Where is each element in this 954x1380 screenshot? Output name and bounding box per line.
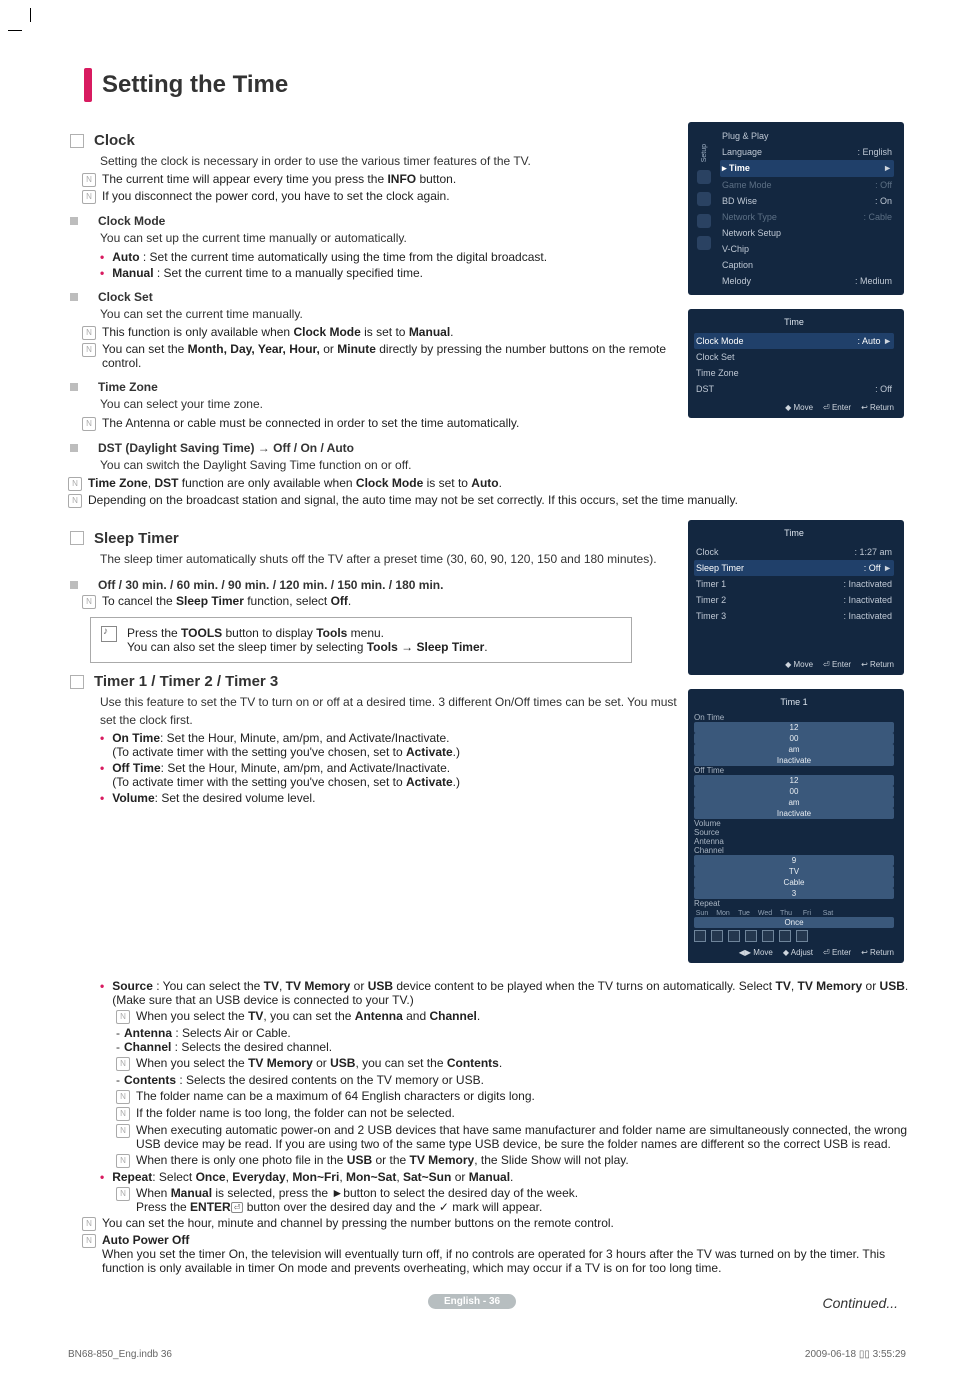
osd-time: Time Clock Mode: Auto ►Clock SetTime Zon… xyxy=(688,309,904,418)
clockmode-auto: •Auto : Set the current time automatical… xyxy=(100,250,678,264)
page-number-pill: English - 36 xyxy=(28,1293,916,1309)
tz-head: Time Zone xyxy=(70,380,678,394)
job-file: BN68-850_Eng.indb 36 xyxy=(68,1349,172,1360)
tools-icon xyxy=(101,626,117,642)
timer-intro: Use this feature to set the TV to turn o… xyxy=(100,694,678,729)
clockset-n1: NThis function is only available when Cl… xyxy=(82,325,678,340)
clockset-n2: NYou can set the Month, Day, Year, Hour,… xyxy=(82,342,678,370)
src-con: Contents : Selects the desired contents … xyxy=(116,1073,916,1087)
osd-time-list: Time Clock: 1:27 amSleep Timer: Off ►Tim… xyxy=(688,520,904,675)
dst-body: You can switch the Daylight Saving Time … xyxy=(100,457,678,474)
apo: NAuto Power OffWhen you set the timer On… xyxy=(82,1233,916,1275)
sleep-tip: Press the TOOLS button to display Tools … xyxy=(90,617,632,663)
timer-off: •Off Time: Set the Hour, Minute, am/pm, … xyxy=(100,761,678,789)
dst-head: DST (Daylight Saving Time) → Off / On / … xyxy=(70,441,678,455)
sleep-n: NTo cancel the Sleep Timer function, sel… xyxy=(82,594,678,609)
src-ant: Antenna : Selects Air or Cable. xyxy=(116,1026,916,1040)
src-n1: NWhen you select the TV, you can set the… xyxy=(116,1009,916,1024)
osd-setup: Setup Plug & PlayLanguage: English▸ Time… xyxy=(688,122,904,295)
src-n2: NWhen you select the TV Memory or USB, y… xyxy=(116,1056,916,1071)
gear-icon xyxy=(697,170,711,184)
clock-note2: NIf you disconnect the power cord, you h… xyxy=(82,189,678,204)
timer-end-n: NYou can set the hour, minute and channe… xyxy=(82,1216,916,1231)
play-icon xyxy=(697,192,711,206)
timer-repeat: •Repeat: Select Once, Everyday, Mon~Fri,… xyxy=(100,1170,916,1184)
page-title: Setting the Time xyxy=(102,71,288,99)
tz-body: You can select your time zone. xyxy=(100,396,678,413)
repeat-n: NWhen Manual is selected, press the ►but… xyxy=(116,1186,916,1214)
input-icon xyxy=(697,214,711,228)
src-n3: NThe folder name can be a maximum of 64 … xyxy=(116,1089,916,1104)
src-n4: NIf the folder name is too long, the fol… xyxy=(116,1106,916,1121)
src-n5: NWhen executing automatic power-on and 2… xyxy=(116,1123,916,1151)
src-n6: NWhen there is only one photo file in th… xyxy=(116,1153,916,1168)
section-timer: Timer 1 / Timer 2 / Timer 3 xyxy=(70,673,678,690)
title-accent xyxy=(84,68,92,102)
clockset-body: You can set the current time manually. xyxy=(100,306,678,323)
app-icon xyxy=(697,236,711,250)
src-ch: Channel : Selects the desired channel. xyxy=(116,1040,916,1054)
sleep-intro: The sleep timer automatically shuts off … xyxy=(100,551,678,568)
clock-end-n2: NDepending on the broadcast station and … xyxy=(68,493,916,508)
clockmode-head: Clock Mode xyxy=(70,214,678,228)
timer-vol: •Volume: Set the desired volume level. xyxy=(100,791,678,805)
sleep-opts: Off / 30 min. / 60 min. / 90 min. / 120 … xyxy=(70,578,678,592)
osd-setup-tab: Setup xyxy=(701,144,708,162)
job-time: 2009-06-18 ▯▯ 3:55:29 xyxy=(805,1349,906,1360)
clockmode-body: You can set up the current time manually… xyxy=(100,230,678,247)
clockmode-manual: •Manual : Set the current time to a manu… xyxy=(100,266,678,280)
clock-note1: NThe current time will appear every time… xyxy=(82,172,678,187)
osd-time1: Time 1 On Time 1200amInactivate Off Time… xyxy=(688,689,904,963)
clock-end-n1: NTime Zone, DST function are only availa… xyxy=(68,476,916,491)
section-sleep: Sleep Timer xyxy=(70,530,678,547)
timer-on: •On Time: Set the Hour, Minute, am/pm, a… xyxy=(100,731,678,759)
section-clock: Clock xyxy=(70,132,678,149)
timer-source: •Source : You can select the TV, TV Memo… xyxy=(100,979,916,1007)
tz-n1: NThe Antenna or cable must be connected … xyxy=(82,416,678,431)
clock-intro: Setting the clock is necessary in order … xyxy=(100,153,678,170)
clockset-head: Clock Set xyxy=(70,290,678,304)
